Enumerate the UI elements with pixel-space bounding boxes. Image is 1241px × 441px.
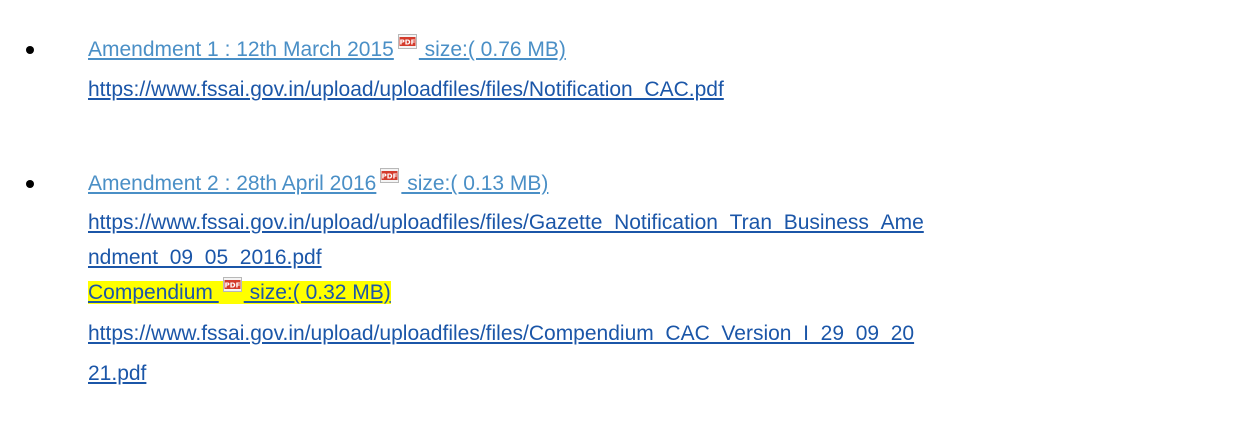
compendium-url-link-cont[interactable]: 21.pdf [88, 362, 146, 385]
pdf-icon[interactable]: PDF [397, 34, 417, 49]
compendium-title-link[interactable]: Compendium [88, 281, 219, 304]
amendment-1-url-link[interactable]: https://www.fssai.gov.in/upload/uploadfi… [88, 78, 724, 101]
compendium-url-link[interactable]: https://www.fssai.gov.in/upload/uploadfi… [88, 322, 914, 345]
amendment-1-url-line: https://www.fssai.gov.in/upload/uploadfi… [88, 72, 724, 108]
pdf-icon[interactable]: PDF [380, 168, 400, 183]
svg-text:PDF: PDF [382, 172, 398, 180]
amendment-2-url-line-1: https://www.fssai.gov.in/upload/uploadfi… [88, 205, 924, 241]
bullet-icon [26, 180, 34, 188]
compendium-title-line: Compendium PDF size:( 0.32 MB) [88, 275, 391, 311]
compendium-url-line-1: https://www.fssai.gov.in/upload/uploadfi… [88, 316, 914, 352]
amendment-2-url-link[interactable]: https://www.fssai.gov.in/upload/uploadfi… [88, 211, 924, 234]
amendment-2-title-line: Amendment 2 : 28th April 2016 PDF size:(… [88, 166, 548, 202]
amendment-2-size-link[interactable]: size:( 0.13 MB) [401, 172, 548, 195]
amendment-1-title-link[interactable]: Amendment 1 : 12th March 2015 [88, 38, 394, 61]
svg-text:PDF: PDF [224, 281, 240, 289]
compendium-highlight: Compendium PDF size:( 0.32 MB) [88, 277, 391, 304]
compendium-size-link[interactable]: size:( 0.32 MB) [244, 281, 391, 304]
bullet-icon [26, 46, 34, 54]
document-page: Amendment 1 : 12th March 2015 PDF size:(… [0, 0, 1241, 441]
amendment-2-title-link[interactable]: Amendment 2 : 28th April 2016 [88, 172, 376, 195]
amendment-2-url-link-cont[interactable]: ndment_09_05_2016.pdf [88, 246, 322, 269]
compendium-url-line-2: 21.pdf [88, 356, 146, 392]
amendment-1-size-link[interactable]: size:( 0.76 MB) [419, 38, 566, 61]
amendment-1-title-line: Amendment 1 : 12th March 2015 PDF size:(… [88, 32, 566, 68]
amendment-2-url-line-2: ndment_09_05_2016.pdf [88, 240, 322, 276]
svg-text:PDF: PDF [399, 38, 415, 46]
pdf-icon[interactable]: PDF [222, 277, 242, 292]
